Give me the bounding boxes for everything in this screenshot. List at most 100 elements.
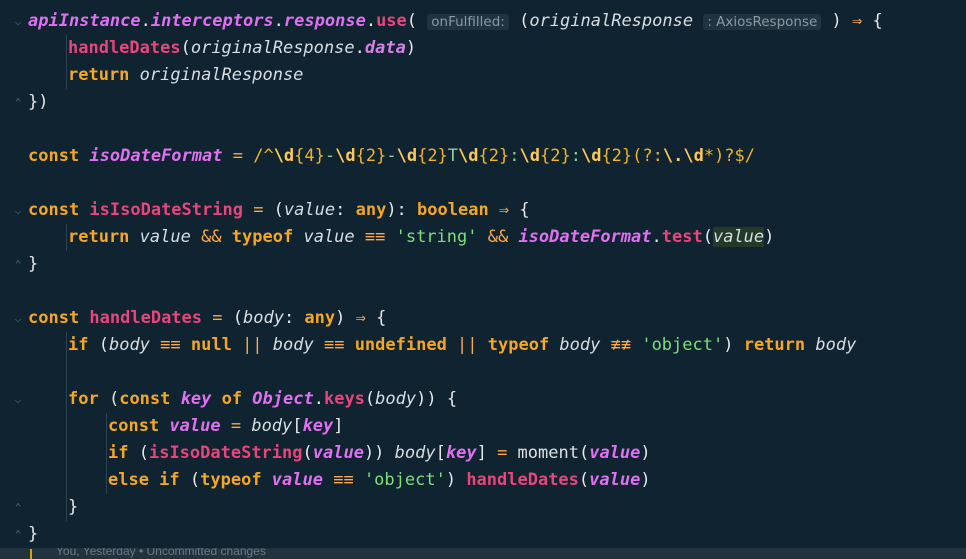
code-token: ] xyxy=(476,443,487,463)
code-token: value xyxy=(312,443,364,463)
code-line[interactable]: apiInstance.interceptors.response.use( o… xyxy=(28,8,883,35)
fold-end-icon: ⌃ xyxy=(14,96,22,109)
code-token: ≡≡ xyxy=(149,335,191,355)
git-change-marker xyxy=(30,549,32,559)
code-line[interactable]: return originalResponse xyxy=(68,62,303,89)
code-token: for xyxy=(68,389,109,409)
code-token: ⇒ xyxy=(852,11,863,31)
code-line[interactable]: } xyxy=(68,494,78,521)
code-token: ( xyxy=(578,443,590,463)
code-token: typeof xyxy=(200,470,272,490)
code-line[interactable]: for (const key of Object.keys(body)) { xyxy=(68,386,457,413)
fold-toggle-icon[interactable]: ⌵ xyxy=(12,8,24,35)
code-token: *)?$/ xyxy=(703,146,756,166)
code-token: null xyxy=(190,335,232,355)
code-token: originalResponse xyxy=(190,38,355,58)
code-token: handleDates xyxy=(68,38,181,58)
code-token: body xyxy=(815,335,857,355)
code-line[interactable]: return value && typeof value ≡≡ 'string'… xyxy=(68,224,774,251)
code-token: {2} xyxy=(417,146,448,166)
code-token: }) xyxy=(28,92,49,112)
code-token: { xyxy=(365,308,387,328)
code-token: originalResponse xyxy=(139,65,304,85)
code-token: body xyxy=(272,335,314,355)
code-token: = xyxy=(220,416,252,436)
code-token: data xyxy=(364,38,406,58)
code-token: ( xyxy=(702,227,713,247)
code-token: ) xyxy=(335,308,356,328)
code-line[interactable]: if (isIsoDateString(value)) body[key] = … xyxy=(108,440,651,467)
code-token: const xyxy=(28,308,90,328)
code-editor[interactable]: apiInstance.interceptors.response.use( o… xyxy=(0,0,966,548)
code-token: ) xyxy=(723,335,744,355)
code-line[interactable]: const isIsoDateString = (value: any): bo… xyxy=(28,197,530,224)
code-token: any xyxy=(304,308,336,328)
code-token: . xyxy=(273,11,284,31)
code-token: originalResponse xyxy=(529,11,694,31)
code-token: test xyxy=(661,227,703,247)
code-token: - xyxy=(386,146,397,166)
code-token: . xyxy=(365,11,377,31)
code-token: \d xyxy=(458,146,479,166)
code-token: ≡≡ xyxy=(313,335,355,355)
code-token: ) xyxy=(445,470,467,490)
code-token: {2} xyxy=(355,146,387,166)
fold-toggle-icon[interactable]: ⌵ xyxy=(12,197,24,224)
code-line[interactable]: } xyxy=(28,521,38,548)
code-token: } xyxy=(28,254,39,274)
status-bar: You, Yesterday • Uncommitted changes xyxy=(0,548,966,559)
fold-toggle-icon[interactable]: ⌵ xyxy=(12,386,24,413)
code-token: \d xyxy=(519,146,540,166)
code-line[interactable]: }) xyxy=(28,89,48,116)
code-token: handleDates xyxy=(89,308,203,328)
code-token: )) { xyxy=(416,389,458,409)
code-token: ) xyxy=(821,11,853,31)
code-line[interactable]: const isoDateFormat = /^\d{4}-\d{2}-\d{2… xyxy=(28,143,755,170)
code-token: key xyxy=(302,416,334,436)
code-token: interceptors xyxy=(150,11,274,31)
code-token: \d xyxy=(273,146,295,166)
code-token: value xyxy=(589,470,641,490)
code-token: ≡≡ xyxy=(322,470,364,490)
code-token: key xyxy=(445,443,477,463)
code-token: : xyxy=(509,146,520,166)
code-token: ( xyxy=(138,443,149,463)
code-token: return xyxy=(743,335,816,355)
fold-end-icon: ⌃ xyxy=(14,501,22,514)
code-token: typeof xyxy=(231,227,304,247)
code-token: T xyxy=(447,146,459,166)
indent-guide xyxy=(66,35,67,89)
inlay-hint: onFulfilled: xyxy=(427,14,509,30)
code-token: 'string' xyxy=(395,227,478,247)
code-token: moment xyxy=(517,443,579,463)
code-token: || xyxy=(446,335,488,355)
code-token: . xyxy=(354,38,365,58)
inline-blame-text: You, Yesterday • Uncommitted changes xyxy=(56,548,266,558)
code-token: : xyxy=(283,308,305,328)
code-line[interactable]: } xyxy=(28,251,38,278)
code-token: ≢≢ xyxy=(600,335,642,355)
code-line[interactable]: else if (typeof value ≡≡ 'object') handl… xyxy=(108,467,651,494)
code-token: [ xyxy=(292,416,303,436)
code-token: value xyxy=(303,227,355,247)
code-token: { xyxy=(862,11,883,31)
code-line[interactable]: handleDates(originalResponse.data) xyxy=(68,35,416,62)
code-token: . xyxy=(651,227,662,247)
inlay-hint: : AxiosResponse xyxy=(703,14,822,30)
code-token: { xyxy=(519,200,530,220)
code-token: ( xyxy=(180,38,191,58)
fold-toggle-icon[interactable]: ⌵ xyxy=(12,305,24,332)
code-token: = xyxy=(202,308,233,328)
code-token: isIsoDateString xyxy=(89,200,243,220)
code-token: && xyxy=(477,227,519,247)
code-token: body xyxy=(242,308,284,328)
code-token: ( xyxy=(189,470,201,490)
code-line[interactable]: const handleDates = (body: any) ⇒ { xyxy=(28,305,386,332)
code-token: = xyxy=(242,200,274,220)
code-token: typeof xyxy=(487,335,560,355)
code-token: ( xyxy=(273,200,284,220)
code-token: ( xyxy=(364,389,376,409)
code-line[interactable]: const value = body[key] xyxy=(108,413,344,440)
code-line[interactable]: if (body ≡≡ null || body ≡≡ undefined ||… xyxy=(68,332,856,359)
